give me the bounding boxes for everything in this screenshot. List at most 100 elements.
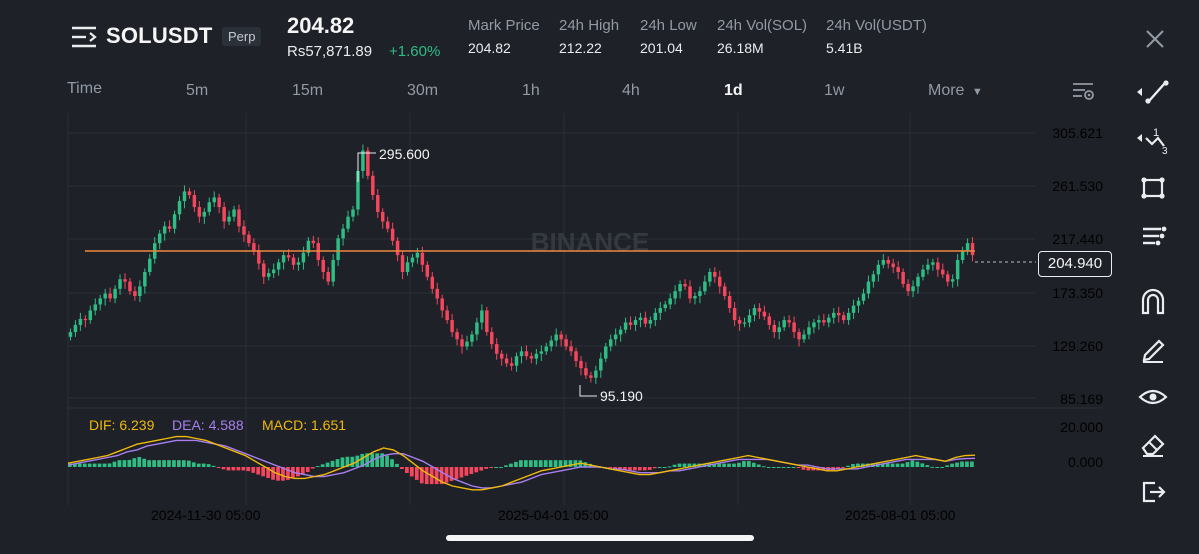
candle-body <box>470 334 474 342</box>
menu-icon[interactable] <box>70 24 98 50</box>
macd-histogram-bar <box>791 467 796 468</box>
candle-body <box>584 368 588 376</box>
price-tick: 85.169 <box>1060 391 1103 407</box>
interval-30m[interactable]: 30m <box>407 82 438 100</box>
candle-body <box>579 360 583 369</box>
candle-body <box>886 259 890 264</box>
candle-body <box>237 209 241 227</box>
interval-5m[interactable]: 5m <box>186 82 208 100</box>
macd-histogram-bar <box>742 461 746 467</box>
candle-body <box>767 316 772 325</box>
macd-histogram-bar <box>514 461 518 467</box>
candle-body <box>83 318 88 321</box>
candle-body <box>797 332 801 340</box>
candle-body <box>143 271 147 287</box>
candle-body <box>133 291 137 297</box>
eraser-tool[interactable] <box>1135 426 1171 462</box>
macd-histogram-bar <box>142 458 147 467</box>
macd-legend: MACD: 1.651 <box>262 417 347 433</box>
close-icon[interactable] <box>1144 28 1166 50</box>
interval-1d[interactable]: 1d <box>724 82 743 100</box>
candle-body <box>871 274 876 282</box>
vol-sol-label: 24h Vol(SOL) <box>717 17 808 34</box>
candle-body <box>395 240 400 256</box>
candle-body <box>608 339 613 347</box>
price-chart[interactable]: BINANCE 295.600 95.190 305.621 261.530 2… <box>0 100 1199 520</box>
low-24h-label: 24h Low <box>640 17 697 34</box>
candle-body <box>420 252 425 265</box>
candle-body <box>455 332 459 340</box>
fibonacci-tool[interactable]: 1 3 <box>1135 122 1171 158</box>
candle-body <box>519 351 524 357</box>
candle-body <box>663 304 667 309</box>
candle-body <box>861 293 866 301</box>
trend-line-tool[interactable] <box>1135 74 1171 110</box>
macd-histogram-bar <box>122 460 127 467</box>
candle-body <box>926 264 930 270</box>
candlesticks <box>68 144 975 384</box>
interval-time[interactable]: Time <box>67 80 102 98</box>
last-price: 204.82 <box>287 13 355 38</box>
macd-histogram-bar <box>295 467 300 477</box>
macd-histogram-bar <box>737 462 741 467</box>
macd-histogram-bar <box>652 467 657 469</box>
candle-body <box>157 233 162 244</box>
macd-histogram-bar <box>464 467 469 476</box>
macd-histogram-bar <box>965 461 969 467</box>
macd-histogram-bar <box>206 464 211 467</box>
vol-usdt-label: 24h Vol(USDT) <box>826 17 927 34</box>
mark-price-label: Mark Price <box>468 17 540 34</box>
macd-histogram-bar <box>325 462 330 467</box>
macd-histogram-bar <box>533 460 538 467</box>
candle-body <box>747 315 752 323</box>
macd-histogram-bar <box>191 462 196 467</box>
exit-tool[interactable] <box>1135 474 1171 510</box>
candle-body <box>490 332 494 345</box>
macd-histogram-bar <box>261 467 266 477</box>
indicators-tool[interactable] <box>1135 218 1171 254</box>
macd-histogram-bar <box>727 463 731 467</box>
candle-body <box>678 284 682 292</box>
candle-body <box>703 281 707 292</box>
candle-body <box>931 262 935 265</box>
candle-body <box>752 308 757 316</box>
macd-histogram-bar <box>340 457 345 467</box>
chart-settings-icon[interactable] <box>1071 80 1095 102</box>
interval-4h[interactable]: 4h <box>622 82 640 100</box>
home-indicator[interactable] <box>446 535 754 541</box>
pencil-tool[interactable] <box>1135 331 1171 367</box>
macd-histogram-bar <box>776 467 781 468</box>
interval-1w[interactable]: 1w <box>824 82 844 100</box>
candle-body <box>475 322 479 335</box>
macd-histogram-bar <box>851 464 855 467</box>
symbol-title[interactable]: SOLUSDT <box>106 23 213 49</box>
candle-body <box>465 341 469 347</box>
price-tick: 261.530 <box>1052 178 1103 194</box>
candle-body <box>197 207 202 217</box>
rectangle-icon <box>1141 177 1165 199</box>
interval-1h[interactable]: 1h <box>522 82 540 100</box>
visibility-tool[interactable] <box>1135 379 1171 415</box>
price-tick: 173.350 <box>1052 285 1103 301</box>
candle-body <box>385 221 390 229</box>
low-marker-label: 95.190 <box>600 388 643 404</box>
candle-body <box>405 262 410 272</box>
macd-histogram-bar <box>548 460 553 467</box>
interval-more[interactable]: More ▼ <box>928 82 983 100</box>
date-tick: 2025-08-01 05:00 <box>845 507 956 520</box>
candle-body <box>242 226 246 235</box>
candle-body <box>286 255 291 258</box>
rectangle-tool[interactable] <box>1135 170 1171 206</box>
interval-15m[interactable]: 15m <box>292 82 323 100</box>
candle-body <box>653 312 658 321</box>
candle-body <box>757 308 762 312</box>
macd-histogram-bar <box>162 460 166 467</box>
magnet-tool[interactable] <box>1135 283 1171 319</box>
candle-body <box>504 358 509 364</box>
candle-body <box>252 243 256 251</box>
macd-histogram-bar <box>910 460 915 467</box>
trend-line-icon <box>1137 80 1169 104</box>
candle-body <box>73 324 78 333</box>
caret-down-icon: ▼ <box>971 86 983 98</box>
candle-body <box>713 271 717 277</box>
